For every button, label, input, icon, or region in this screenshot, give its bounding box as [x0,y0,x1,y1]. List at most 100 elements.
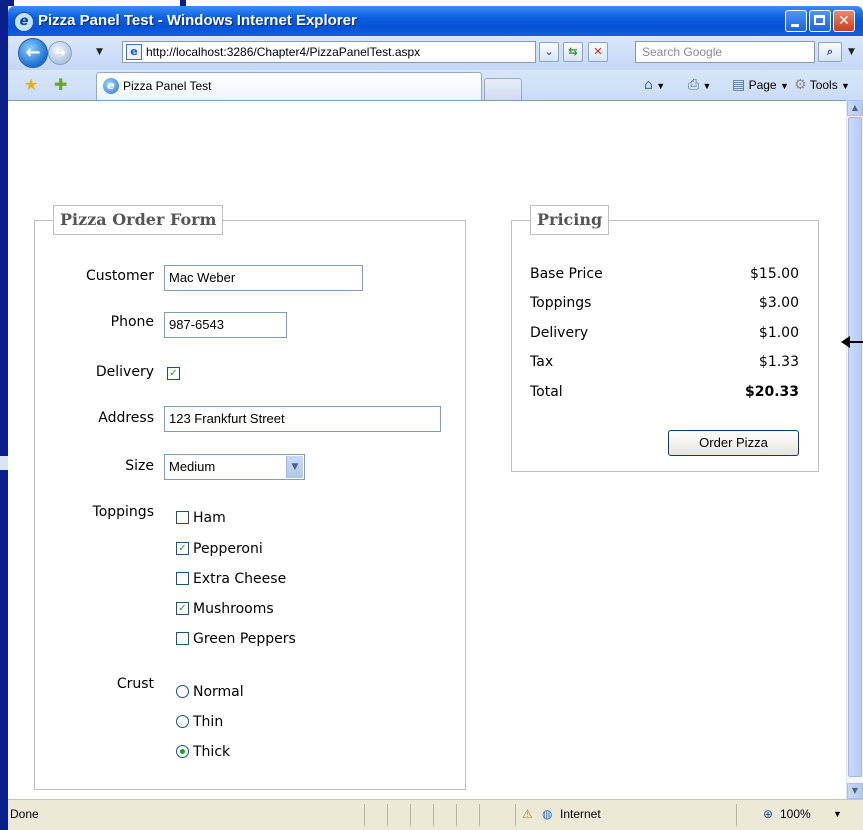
forward-button[interactable]: → [48,41,72,65]
security-zone: Internet [560,807,601,821]
toppings-label: Toppings [92,504,154,520]
ie-logo-icon: e [14,12,34,32]
customer-field[interactable]: Mac Weber [164,265,363,291]
radio-selected-dot [180,749,185,754]
security-warning-icon[interactable]: ⚠ [522,800,533,828]
order-pizza-button[interactable]: Order Pizza [668,430,799,456]
size-select[interactable]: Medium ▼ [164,454,305,480]
zoom-level[interactable]: 100% [780,800,811,828]
pricing-legend: Pricing [530,205,610,235]
topping-checkbox-ham[interactable] [176,511,189,524]
address-dropdown-button[interactable]: ⌄ [539,42,559,62]
pricing-label-total: Total [530,384,563,400]
crust-radio-thin[interactable] [176,715,189,728]
address-url[interactable]: http://localhost:3286/Chapter4/PizzaPane… [146,44,420,61]
status-text: Done [10,807,39,821]
pricing-value-total: $20.33 [744,384,799,400]
page-menu-label: Page [748,78,777,92]
phone-field[interactable]: 987-6543 [164,312,287,338]
printer-icon: ⎙ [688,77,700,93]
scroll-down-icon[interactable]: ▼ [847,783,863,799]
zoom-icon: ⊕ [763,807,774,821]
pricing-value-toppings: $3.00 [758,295,799,311]
back-arrow-icon: ← [25,42,41,63]
order-form-fieldset: Pizza Order Form [34,205,466,790]
forward-arrow-icon: → [54,45,66,61]
pricing-label-base-price: Base Price [530,266,603,282]
address-field[interactable]: 123 Frankfurt Street [164,406,441,432]
checkmark-icon: ✓ [178,603,187,614]
phone-label: Phone [110,314,154,330]
status-divider [387,804,388,826]
checkmark-icon: ✓ [178,543,187,554]
page-icon: e [126,44,142,60]
search-icon: ⌕ [826,45,834,58]
status-divider [456,804,457,826]
tab-pizza-panel-test[interactable]: e Pizza Panel Test [96,72,482,100]
minimize-button[interactable] [785,10,807,32]
checkmark-icon: ✓ [169,368,178,379]
vertical-scrollbar[interactable]: ▲ ▼ [846,100,863,799]
topping-checkbox-extra-cheese[interactable] [176,572,189,585]
topping-checkbox-mushrooms[interactable]: ✓ [176,602,189,615]
gear-icon: ⚙ [794,77,807,93]
maximize-icon [814,15,825,25]
status-divider [433,804,434,826]
refresh-icon: ⇆ [568,45,578,58]
search-options-dropdown[interactable]: ▼ [848,47,855,57]
refresh-button[interactable]: ⇆ [563,42,583,62]
status-divider [736,804,737,826]
status-bar: Done ⚠ ◍ Internet ⊕ 100% ▼ [8,799,863,830]
crust-label-thick: Thick [193,744,231,760]
pricing-label-tax: Tax [530,354,554,370]
delivery-checkbox[interactable]: ✓ [167,367,180,380]
topping-label-extra-cheese: Extra Cheese [193,571,287,587]
topping-label-mushrooms: Mushrooms [193,601,274,617]
chevron-down-icon[interactable]: ▼ [286,456,303,478]
page-content: Pizza Order Form Customer Mac Weber Phon… [8,100,846,799]
home-button[interactable]: ⌂ ▼ [644,76,665,95]
tab-label: Pizza Panel Test [123,79,212,93]
topping-checkbox-pepperoni[interactable]: ✓ [176,542,189,555]
scroll-up-icon[interactable]: ▲ [847,100,863,116]
minimize-icon [791,24,799,27]
topping-checkbox-green-peppers[interactable] [176,632,189,645]
recent-pages-dropdown[interactable]: ▼ [96,47,103,57]
navigation-bar: ← → ▼ e http://localhost:3286/Chapter4/P… [8,36,863,70]
status-divider [515,804,516,826]
pricing-value-tax: $1.33 [758,354,799,370]
topping-label-pepperoni: Pepperoni [193,541,263,557]
favorites-star-icon[interactable]: ★ [24,75,38,95]
status-divider [410,804,411,826]
tools-menu[interactable]: ⚙ Tools ▼ [794,76,850,95]
status-divider [479,804,480,826]
topping-label-ham: Ham [193,510,226,526]
close-button[interactable]: ✕ [833,10,855,32]
scroll-thumb[interactable] [848,117,862,777]
size-selected-value: Medium [169,459,216,474]
customer-label: Customer [85,268,154,284]
internet-globe-icon: ◍ [542,807,553,821]
address-bar[interactable]: e http://localhost:3286/Chapter4/PizzaPa… [122,41,536,63]
search-input[interactable]: Search Google [635,41,815,63]
size-label: Size [125,458,154,474]
crust-radio-thick[interactable] [176,745,189,758]
page-icon: ▤ [732,77,746,93]
back-button[interactable]: ← [18,38,48,68]
page-menu[interactable]: ▤ Page ▼ [732,76,789,95]
new-tab-button[interactable] [484,78,522,100]
add-favorite-icon[interactable]: ✚ [54,75,67,95]
maximize-button[interactable] [809,10,831,32]
title-bar: e Pizza Panel Test - Windows Internet Ex… [8,6,863,36]
zoom-dropdown-icon[interactable]: ▼ [833,800,842,828]
stop-button[interactable]: ✕ [588,42,608,62]
crust-radio-normal[interactable] [176,685,189,698]
address-label: Address [98,410,154,426]
stop-icon: ✕ [593,45,603,58]
pricing-label-toppings: Toppings [530,295,592,311]
delivery-label: Delivery [95,364,154,380]
topping-label-green-peppers: Green Peppers [193,631,296,647]
print-button[interactable]: ⎙ ▼ [688,76,711,95]
search-button[interactable]: ⌕ [818,42,842,62]
tab-bar: ★ ✚ e Pizza Panel Test ⌂ ▼ ⎙ ▼ ▤ Page ▼ … [8,70,863,100]
